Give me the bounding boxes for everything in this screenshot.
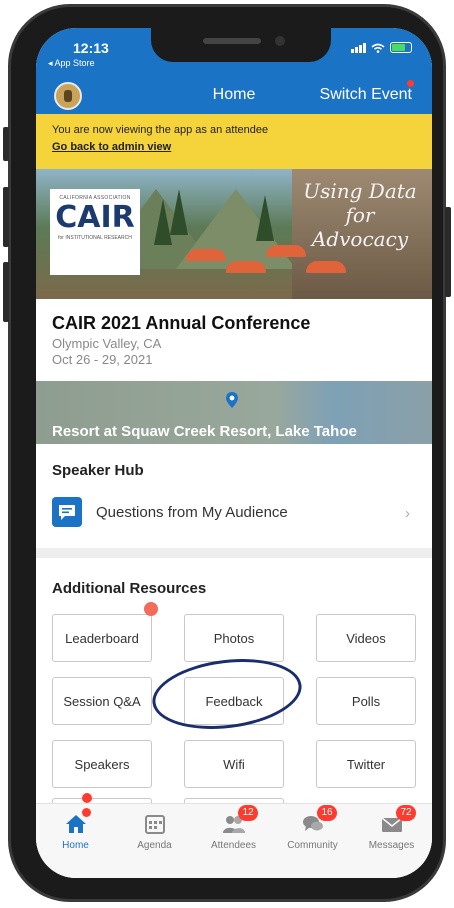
questions-icon [52, 497, 82, 527]
volume-up-button [3, 187, 9, 247]
battery-icon [390, 42, 412, 53]
tab-messages[interactable]: 72 Messages [352, 804, 431, 878]
event-info: CAIR 2021 Annual Conference Olympic Vall… [36, 299, 432, 381]
status-icons [351, 42, 412, 53]
home-icon [66, 815, 86, 833]
tab-attendees[interactable]: 12 Attendees [194, 804, 273, 878]
notification-dot [407, 80, 414, 87]
photos-button[interactable]: Photos [184, 614, 284, 662]
venue-name: Resort at Squaw Creek Resort, Lake Tahoe [52, 423, 357, 440]
attendee-view-banner: You are now viewing the app as an attend… [36, 114, 432, 169]
community-badge: 16 [317, 805, 337, 821]
home-notification-dot [82, 808, 91, 817]
attendees-badge: 12 [238, 805, 258, 821]
front-camera [275, 36, 285, 46]
wifi-icon [371, 43, 385, 53]
banner-message: You are now viewing the app as an attend… [52, 124, 269, 136]
cair-logo: CALIFORNIA ASSOCIATION CAIR for INSTITUT… [50, 189, 140, 275]
tab-agenda[interactable]: Agenda [115, 804, 194, 878]
earpiece [203, 38, 261, 44]
questions-from-audience-row[interactable]: Questions from My Audience › [36, 491, 432, 535]
conference-theme-text: Using Data for Advocacy [303, 179, 417, 251]
twitter-button[interactable]: Twitter [316, 740, 416, 788]
speakers-button[interactable]: Speakers [52, 740, 152, 788]
back-to-app-store[interactable]: ◂ App Store [48, 58, 95, 69]
tab-label: Agenda [137, 840, 172, 851]
session-qa-button[interactable]: Session Q&A [52, 677, 152, 725]
event-location: Olympic Valley, CA [52, 336, 162, 351]
tab-label: Attendees [210, 840, 257, 851]
app-screen: 12:13 ◂ App Store Home Switch Event You … [36, 28, 432, 878]
notch [151, 28, 331, 62]
event-dates: Oct 26 - 29, 2021 [52, 352, 153, 367]
power-button [445, 207, 451, 297]
event-hero-image: CALIFORNIA ASSOCIATION CAIR for INSTITUT… [36, 169, 432, 299]
event-title: CAIR 2021 Annual Conference [52, 313, 311, 333]
signal-icon [351, 42, 366, 53]
questions-label: Questions from My Audience [96, 504, 288, 521]
tab-label: Messages [368, 840, 415, 851]
tab-label: Community [287, 840, 338, 851]
resource-notification-dot [82, 793, 92, 803]
tab-home[interactable]: Home [36, 804, 115, 878]
switch-event-button[interactable]: Switch Event [320, 86, 412, 104]
additional-resources-title: Additional Resources [52, 580, 207, 597]
map-pin-icon [226, 392, 238, 408]
status-time: 12:13 [73, 40, 109, 56]
mute-switch [3, 127, 9, 161]
messages-badge: 72 [396, 805, 416, 821]
tab-community[interactable]: 16 Community [273, 804, 352, 878]
speaker-hub-title: Speaker Hub [52, 462, 144, 479]
volume-down-button [3, 262, 9, 322]
back-to-admin-link[interactable]: Go back to admin view [52, 141, 416, 153]
leaderboard-button[interactable]: Leaderboard [52, 614, 152, 662]
wifi-button[interactable]: Wifi [184, 740, 284, 788]
bottom-tab-bar: Home Agenda 12 Attendees 16 Community 72… [36, 803, 432, 878]
section-divider [36, 548, 432, 558]
calendar-icon [145, 815, 165, 834]
chevron-right-icon: › [405, 505, 410, 522]
tab-label: Home [62, 840, 89, 851]
leaderboard-notification-dot [144, 602, 158, 616]
videos-button[interactable]: Videos [316, 614, 416, 662]
polls-button[interactable]: Polls [316, 677, 416, 725]
venue-map[interactable]: Resort at Squaw Creek Resort, Lake Tahoe [36, 381, 432, 444]
